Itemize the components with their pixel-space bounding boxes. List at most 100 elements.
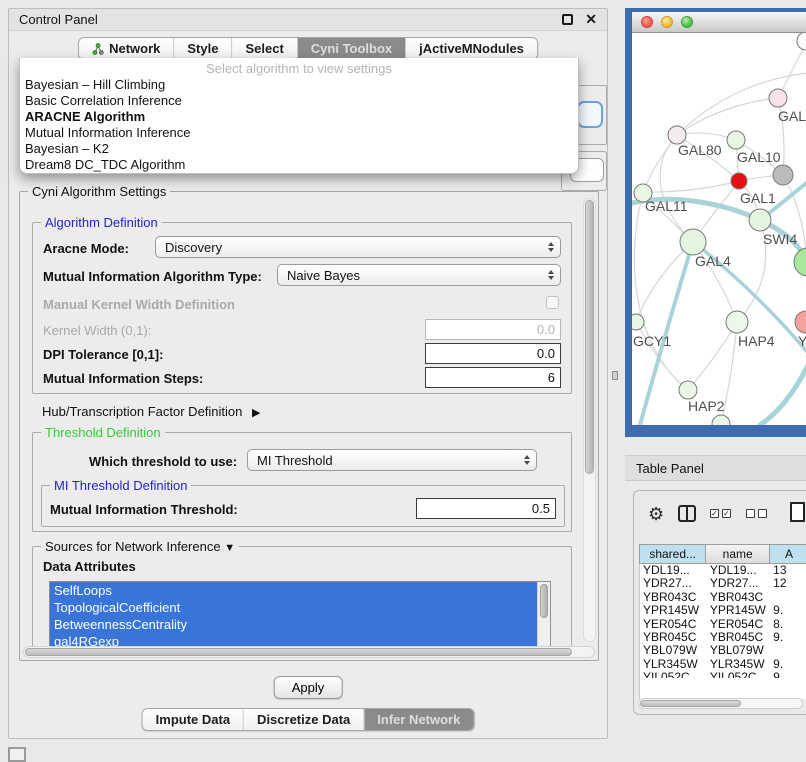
cell[interactable]: YLR345W: [640, 658, 707, 671]
attribute-list-scrollbar[interactable]: [537, 582, 550, 654]
mi-steps-field[interactable]: 6: [425, 367, 561, 388]
table-row[interactable]: YBL079W YBL079W: [640, 644, 806, 657]
float-panel-icon[interactable]: [562, 14, 573, 25]
cell[interactable]: YLR345W: [707, 658, 770, 671]
table-row[interactable]: YIL052C YIL052C 9: [640, 671, 806, 678]
cell[interactable]: YPR145W: [640, 604, 707, 617]
which-threshold-select[interactable]: MI Threshold: [247, 449, 537, 471]
table-row[interactable]: YBR045C YBR045C 9.: [640, 631, 806, 644]
window-minimize-icon[interactable]: [661, 16, 673, 28]
cell[interactable]: YDL19...: [707, 564, 770, 577]
column-header-third[interactable]: A: [770, 544, 806, 564]
attribute-item[interactable]: BetweennessCentrality: [50, 616, 550, 633]
cell[interactable]: YDR27...: [640, 577, 707, 590]
apply-button[interactable]: Apply: [274, 676, 343, 699]
tab-cyni-toolbox[interactable]: Cyni Toolbox: [297, 38, 405, 59]
network-node-gal1[interactable]: [731, 173, 747, 189]
cell[interactable]: 9.: [770, 604, 806, 617]
panel-splitter-handle[interactable]: [612, 371, 618, 380]
column-header-name[interactable]: name: [706, 544, 770, 564]
tab-infer-network[interactable]: Infer Network: [363, 709, 473, 730]
cell[interactable]: YBR043C: [640, 591, 707, 604]
dropdown-item[interactable]: Bayesian – Hill Climbing: [20, 77, 578, 93]
table-row[interactable]: YBR043C YBR043C: [640, 591, 806, 604]
table-row[interactable]: YDL19... YDL19... 13: [640, 564, 806, 577]
tab-network[interactable]: Network: [79, 38, 173, 59]
cell[interactable]: YBR045C: [707, 631, 770, 644]
manual-kernel-checkbox[interactable]: [546, 296, 559, 309]
dropdown-item[interactable]: Basic Correlation Inference: [20, 93, 578, 109]
dpi-tolerance-field[interactable]: 0.0: [425, 343, 561, 364]
mi-threshold-field[interactable]: 0.5: [416, 498, 556, 519]
network-node-hap4[interactable]: [726, 311, 748, 333]
window-close-icon[interactable]: [641, 16, 653, 28]
column-header-shared-name[interactable]: shared...: [639, 544, 706, 564]
minimized-panel-grip[interactable]: [8, 747, 26, 762]
cell[interactable]: YIL052C: [707, 671, 770, 678]
cell[interactable]: 8.: [770, 618, 806, 631]
cell[interactable]: YBR043C: [707, 591, 770, 604]
dropdown-item-selected[interactable]: ARACNE Algorithm: [20, 109, 578, 125]
close-panel-icon[interactable]: ✕: [585, 14, 597, 25]
kernel-width-field[interactable]: 0.0: [425, 319, 561, 340]
dropdown-item[interactable]: Dream8 DC_TDC Algorithm: [20, 157, 578, 173]
tab-impute-data[interactable]: Impute Data: [143, 709, 243, 730]
cell[interactable]: YBR045C: [640, 631, 707, 644]
window-zoom-icon[interactable]: [681, 16, 693, 28]
cell[interactable]: [770, 644, 806, 657]
cell[interactable]: [770, 591, 806, 604]
cell[interactable]: YDL19...: [640, 564, 707, 577]
cell[interactable]: 12: [770, 577, 806, 590]
dropdown-item[interactable]: Mutual Information Inference: [20, 125, 578, 141]
mi-algorithm-type-select[interactable]: Naive Bayes: [277, 264, 561, 286]
table-row[interactable]: YLR345W YLR345W 9.: [640, 658, 806, 671]
attribute-item[interactable]: TopologicalCoefficient: [50, 599, 550, 616]
network-node-gray[interactable]: [773, 165, 793, 185]
tab-style[interactable]: Style: [173, 38, 231, 59]
column-view-icon[interactable]: [678, 505, 696, 522]
network-canvas[interactable]: GAL GAL80 GAL10 GAL1 GAL11 SWI4 GAL4 GCY…: [632, 33, 806, 425]
settings-vertical-scrollbar[interactable]: [583, 198, 596, 642]
network-node-hap2[interactable]: [679, 381, 697, 399]
table-row[interactable]: YDR27... YDR27... 12: [640, 577, 806, 590]
dropdown-item[interactable]: Bayesian – K2: [20, 141, 578, 157]
cell[interactable]: YDR27...: [707, 577, 770, 590]
settings-horizontal-scrollbar[interactable]: [23, 646, 595, 658]
cell[interactable]: 9.: [770, 631, 806, 644]
select-all-columns-icon[interactable]: ✓ ✓: [710, 509, 731, 518]
new-table-icon[interactable]: [790, 502, 805, 522]
table-body: YDL19... YDL19... 13 YDR27... YDR27... 1…: [639, 564, 806, 678]
cell[interactable]: 13: [770, 564, 806, 577]
network-node-gal2[interactable]: [769, 89, 787, 107]
tab-jactivemnodules[interactable]: jActiveMNodules: [405, 38, 537, 59]
table-row[interactable]: YER054C YER054C 8.: [640, 618, 806, 631]
gear-icon[interactable]: ⚙: [648, 504, 664, 524]
cell[interactable]: 9: [770, 671, 806, 678]
deselect-all-columns-icon[interactable]: [746, 509, 767, 518]
table-horizontal-scrollbar[interactable]: [638, 698, 803, 709]
tab-discretize-data[interactable]: Discretize Data: [243, 709, 363, 730]
table-row[interactable]: YPR145W YPR145W 9.: [640, 604, 806, 617]
network-node-gcy1[interactable]: [632, 314, 644, 330]
network-node-gal10[interactable]: [727, 131, 745, 149]
cell[interactable]: YIL052C: [640, 671, 707, 678]
aracne-mode-select[interactable]: Discovery: [155, 236, 561, 258]
tab-select[interactable]: Select: [231, 38, 296, 59]
network-node[interactable]: [797, 33, 806, 50]
table-header-row: shared... name A: [639, 544, 806, 564]
network-node-swi4[interactable]: [749, 209, 771, 231]
cell[interactable]: 9.: [770, 658, 806, 671]
expand-down-icon[interactable]: ▼: [224, 542, 235, 554]
network-node-bottom[interactable]: [712, 415, 730, 425]
network-node-gal4[interactable]: [680, 229, 706, 255]
hub-transcription-expander[interactable]: Hub/Transcription Factor Definition ▶: [42, 404, 260, 419]
cell[interactable]: YBL079W: [707, 644, 770, 657]
cell[interactable]: YER054C: [707, 618, 770, 631]
network-window-titlebar[interactable]: [632, 12, 806, 33]
network-node-salmon[interactable]: [795, 311, 806, 333]
attribute-item[interactable]: SelfLoops: [50, 582, 550, 599]
cell[interactable]: YER054C: [640, 618, 707, 631]
cell[interactable]: YBL079W: [640, 644, 707, 657]
cell[interactable]: YPR145W: [707, 604, 770, 617]
network-node-green[interactable]: [794, 248, 806, 276]
